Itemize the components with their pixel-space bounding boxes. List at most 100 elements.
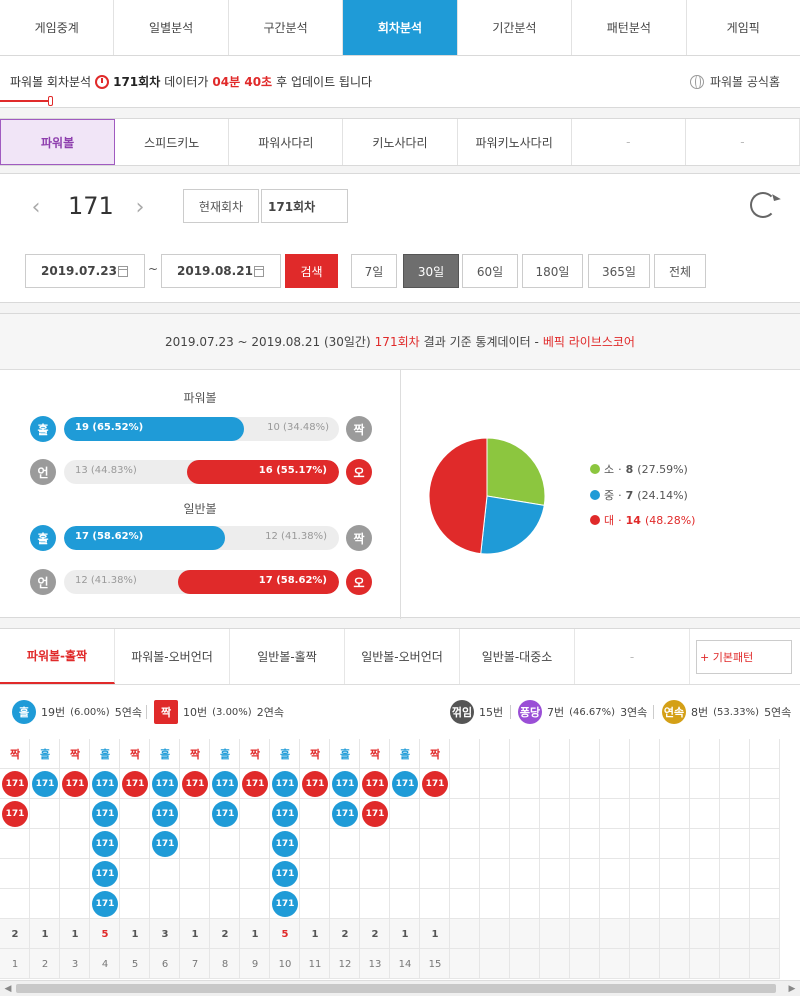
pattern-count: 1 [131, 928, 139, 940]
game-tab-powerkenoladder[interactable]: 파워키노사다리 [458, 119, 572, 165]
scrollbar-thumb[interactable] [16, 984, 776, 993]
grid-cell [690, 739, 720, 769]
game-tab-kenoladder[interactable]: 키노사다리 [343, 119, 458, 165]
grid-cell [600, 769, 630, 799]
pattern-tab-power-oddeven[interactable]: 파워볼-홀짝 [0, 629, 115, 684]
powerball-odd-even-bar: 19 (65.52%) 10 (34.48%) [64, 417, 339, 441]
pattern-count: 1 [71, 928, 79, 940]
tab-game-live[interactable]: 게임중계 [0, 0, 115, 55]
pattern-index: 12 [338, 958, 352, 970]
grid-cell [570, 799, 600, 829]
grid-cell [630, 829, 660, 859]
break-icon: 꺾임 [450, 700, 474, 724]
tab-pattern[interactable]: 패턴분석 [572, 0, 687, 55]
grid-cell [630, 919, 660, 949]
period-7d-button[interactable]: 7일 [351, 254, 397, 288]
grid-cell [720, 889, 750, 919]
stats-range: 2019.07.23 ~ 2019.08.21 (30일간) [165, 335, 371, 349]
summary-break-count: 15번 [479, 706, 504, 719]
grid-cell [120, 889, 150, 919]
pattern-chip: 171 [272, 801, 298, 827]
grid-cell [690, 889, 720, 919]
grid-cell [690, 859, 720, 889]
pattern-header: 짝 [309, 748, 321, 761]
grid-cell [510, 949, 540, 979]
calendar-icon[interactable] [118, 266, 128, 277]
official-home-link[interactable]: 파워볼 공식홈 [689, 73, 780, 90]
game-tab-powerball[interactable]: 파워볼 [0, 119, 116, 165]
pattern-count: 1 [401, 928, 409, 940]
date-to-field[interactable]: 2019.08.21 [161, 254, 281, 288]
pattern-chip: 171 [302, 771, 328, 797]
prev-round-icon[interactable]: ‹ [28, 196, 44, 220]
continuous-icon: 연속 [662, 700, 686, 724]
refresh-icon[interactable] [750, 192, 776, 218]
pattern-tab-normal-oddeven[interactable]: 일반볼-홀짝 [230, 629, 345, 684]
normalball-odd-even-bar: 17 (58.62%) 12 (41.38%) [64, 526, 339, 550]
summary-even: 짝 10번 (3.00%) 2연속 [154, 700, 284, 724]
pattern-header: 홀 [399, 748, 411, 761]
even-icon: 짝 [154, 700, 178, 724]
period-all-button[interactable]: 전체 [654, 254, 706, 288]
pattern-header: 홀 [279, 748, 291, 761]
grid-cell [450, 829, 480, 859]
grid-cell [660, 949, 690, 979]
bar-right-label: 16 (55.17%) [258, 465, 327, 476]
current-round-button[interactable]: 현재회차 [183, 189, 259, 223]
pattern-tab-power-overunder[interactable]: 파워볼-오버언더 [115, 629, 230, 684]
next-round-icon[interactable]: › [132, 196, 148, 220]
tab-period[interactable]: 기간분석 [458, 0, 573, 55]
period-180d-button[interactable]: 180일 [522, 254, 583, 288]
game-tab-powerladder[interactable]: 파워사다리 [229, 119, 344, 165]
search-button[interactable]: 검색 [285, 254, 338, 288]
grid-cell [600, 829, 630, 859]
legend-dot-large [590, 515, 600, 525]
grid-cell [60, 829, 90, 859]
grid-cell [210, 859, 240, 889]
legend-large-name: 대 [604, 514, 615, 527]
pong-icon: 퐁당 [518, 700, 542, 724]
horizontal-scrollbar[interactable]: ◀ ▶ [0, 980, 800, 996]
pattern-header: 홀 [99, 748, 111, 761]
grid-cell [630, 949, 660, 979]
scroll-left-icon[interactable]: ◀ [2, 983, 14, 995]
grid-cell [510, 889, 540, 919]
basic-pattern-button[interactable]: + 기본패턴 [696, 640, 792, 674]
tab-daily[interactable]: 일별분석 [114, 0, 229, 55]
pattern-chip: 171 [212, 801, 238, 827]
scroll-right-icon[interactable]: ▶ [786, 983, 798, 995]
update-notice: 파워볼 회차분석 171회차 데이터가 04분 40초 후 업데이트 됩니다 [10, 73, 372, 90]
summary-cont-count: 8번 [691, 706, 709, 719]
game-tab-speedkeno[interactable]: 스피드키노 [115, 119, 230, 165]
grid-cell [480, 889, 510, 919]
tab-section[interactable]: 구간분석 [229, 0, 344, 55]
legend-sep: · [618, 462, 622, 476]
grid-cell [570, 769, 600, 799]
grid-cell [570, 829, 600, 859]
period-60d-button[interactable]: 60일 [462, 254, 518, 288]
summary-pong-pct: (46.67%) [569, 706, 616, 718]
grid-cell [360, 859, 390, 889]
pie-slice-대 [428, 437, 488, 555]
date-from-field[interactable]: 2019.07.23 [25, 254, 145, 288]
pattern-tab-normal-overunder[interactable]: 일반볼-오버언더 [345, 629, 460, 684]
grid-cell [690, 829, 720, 859]
game-tab-empty-1: - [572, 119, 686, 165]
summary-even-count: 10번 [183, 706, 208, 719]
separator [510, 705, 511, 719]
tab-round[interactable]: 회차분석 [343, 0, 458, 55]
pattern-tab-normal-size[interactable]: 일반볼-대중소 [460, 629, 575, 684]
grid-cell [750, 949, 780, 979]
pattern-chip: 171 [2, 801, 28, 827]
period-365d-button[interactable]: 365일 [588, 254, 650, 288]
round-number: 171 [68, 192, 114, 220]
calendar-icon[interactable] [254, 266, 264, 277]
grid-cell [690, 799, 720, 829]
period-30d-button[interactable]: 30일 [403, 254, 459, 288]
pattern-chip: 171 [92, 861, 118, 887]
pattern-tab-empty: - [575, 629, 690, 684]
grid-cell [690, 919, 720, 949]
pattern-header: 홀 [339, 748, 351, 761]
tab-gamepick[interactable]: 게임픽 [687, 0, 800, 55]
round-input[interactable]: 171회차 [261, 189, 348, 223]
